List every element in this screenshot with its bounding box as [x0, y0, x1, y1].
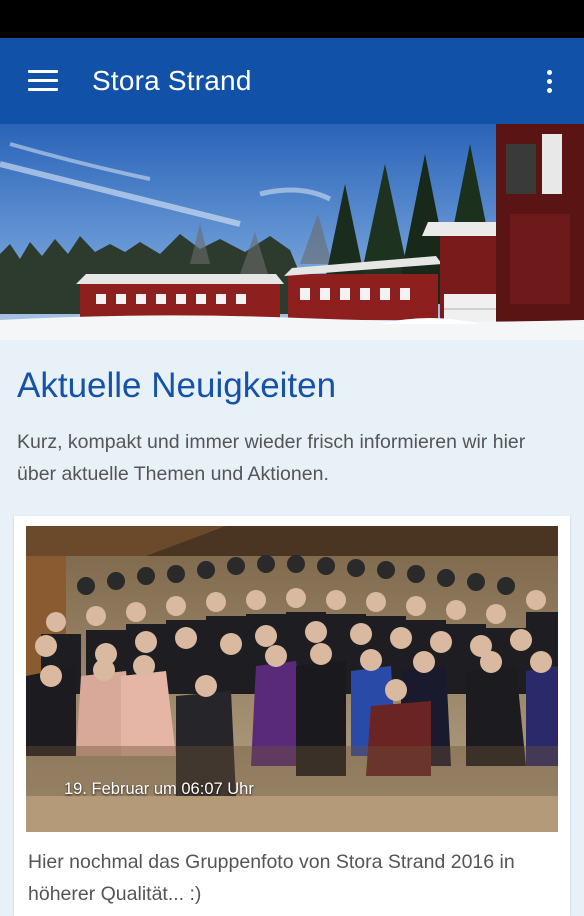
more-vertical-icon[interactable] [535, 64, 565, 98]
news-section: Aktuelle Neuigkeiten Kurz, kompakt und i… [0, 340, 584, 916]
app-bar: Stora Strand [0, 38, 584, 124]
status-bar [0, 0, 584, 38]
hero-image [0, 124, 584, 340]
app-title: Stora Strand [92, 65, 252, 96]
group-photo: 19. Februar um 06:07 Uhr [26, 526, 558, 832]
news-card[interactable]: 19. Februar um 06:07 Uhr Hier nochmal da… [14, 516, 570, 916]
hamburger-menu-icon[interactable] [22, 64, 62, 98]
news-text: Hier nochmal das Gruppenfoto von Stora S… [28, 851, 515, 905]
news-date: 19. Februar um 06:07 Uhr [64, 780, 254, 798]
section-title: Aktuelle Neuigkeiten [17, 366, 337, 405]
section-intro: Kurz, kompakt und immer wieder frisch in… [17, 431, 526, 485]
